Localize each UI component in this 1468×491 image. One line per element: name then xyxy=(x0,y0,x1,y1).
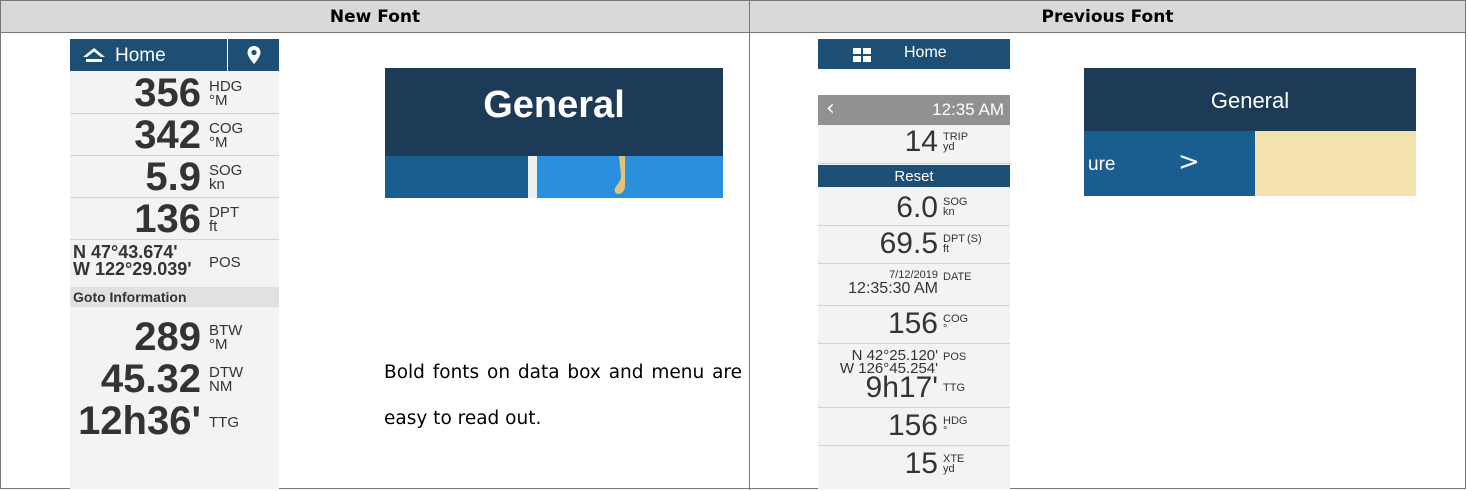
data-row-ttg: 12h36' TTG xyxy=(70,399,279,445)
hdg-old-unit: ° xyxy=(943,425,948,437)
data-row-trip: 14 TRIP yd xyxy=(818,125,1010,164)
sog-old-value: 6.0 xyxy=(896,191,938,224)
trip-value: 14 xyxy=(904,125,938,158)
data-row-xte: 15 XTE yd xyxy=(818,445,1010,485)
caption-text: Bold fonts on data box and menu are easy… xyxy=(384,362,742,429)
reset-button[interactable]: Reset xyxy=(818,165,1010,187)
data-row-dpt: 136 DPT ft xyxy=(70,197,279,241)
date-time-value: 12:35:30 AM xyxy=(848,280,938,297)
xte-value: 15 xyxy=(904,447,938,480)
date-label: DATE xyxy=(943,271,972,283)
ttg-label: TTG xyxy=(209,414,239,431)
header-previous-font: Previous Font xyxy=(750,1,1465,33)
dpt-value: 136 xyxy=(134,197,201,241)
column-divider xyxy=(749,1,750,490)
time-value: 12:35 AM xyxy=(932,100,1004,119)
general-title-old: General xyxy=(1210,88,1290,113)
sog-unit: kn xyxy=(209,176,225,193)
home-icon xyxy=(83,48,105,62)
data-row-pos: N 47°43.674' W 122°29.039' POS xyxy=(70,239,279,288)
sog-value: 5.9 xyxy=(145,155,201,199)
trip-unit: yd xyxy=(943,141,955,153)
cog-old-value: 156 xyxy=(887,307,938,340)
hdg-unit: °M xyxy=(209,92,228,109)
btw-unit: °M xyxy=(209,336,228,353)
time-bar: ‹ 12:35 AM xyxy=(818,95,1010,125)
pos-lon: W 122°29.039' xyxy=(73,259,192,279)
location-pin-icon xyxy=(247,46,261,64)
ttg-old-value: 9h17' xyxy=(865,371,938,404)
drop-icon xyxy=(614,156,625,194)
data-row-ttg-old: 9h17' TTG xyxy=(818,371,1010,408)
dpt-old-unit: ft xyxy=(943,243,950,255)
data-row-sog: 5.9 SOG kn xyxy=(70,155,279,199)
menu-tile-left xyxy=(385,156,528,198)
hdg-old-value: 156 xyxy=(887,409,938,442)
header-new-font: New Font xyxy=(1,1,750,33)
general-menu-new: General xyxy=(385,68,723,198)
data-row-cog: 342 COG °M xyxy=(70,113,279,157)
goto-title: Goto Information xyxy=(73,289,187,305)
general-title-new: General xyxy=(483,84,625,126)
goto-header: Goto Information xyxy=(70,287,279,307)
tile-gap xyxy=(528,156,537,198)
dtw-value: 45.32 xyxy=(100,357,201,401)
reset-label: Reset xyxy=(894,168,934,185)
data-row-btw: 289 BTW °M xyxy=(70,307,279,359)
dpt-old-value: 69.5 xyxy=(879,227,938,260)
pos-label: POS xyxy=(209,254,241,271)
hdg-value: 356 xyxy=(134,71,201,115)
map-strip xyxy=(818,69,1010,95)
menu-item-partial[interactable]: ure > xyxy=(1084,131,1255,196)
new-font-screen: Home 356 HDG °M 342 COG °M 5.9 SOG kn 13… xyxy=(70,39,279,489)
pos-old-label: POS xyxy=(943,351,967,363)
dpt-unit: ft xyxy=(209,218,218,235)
data-row-hdg-old: 156 HDG ° xyxy=(818,407,1010,446)
data-row-date: 7/12/2019 12:35:30 AM DATE xyxy=(818,263,1010,306)
cog-unit: °M xyxy=(209,134,228,151)
data-row-dpt-old: 69.5 DPT (S) ft xyxy=(818,225,1010,264)
old-top-bar: Home xyxy=(818,39,1010,69)
ttg-value: 12h36' xyxy=(78,399,201,443)
chevron-right-icon: > xyxy=(1178,147,1200,177)
cog-value: 342 xyxy=(134,113,201,157)
menu-tile-right xyxy=(537,156,723,198)
topbar-separator xyxy=(227,39,228,71)
new-top-bar: Home xyxy=(70,39,279,71)
menu-tile-tan xyxy=(1255,131,1416,196)
dpt-old-extra: (S) xyxy=(967,233,982,245)
dtw-unit: NM xyxy=(209,378,233,395)
general-menu-old: General ure > xyxy=(1084,68,1416,196)
ttg-old-label: TTG xyxy=(943,382,965,394)
sog-old-unit: kn xyxy=(943,206,955,218)
data-row-cog-old: 156 COG ° xyxy=(818,305,1010,344)
previous-font-screen: Home ‹ 12:35 AM 14 TRIP yd Reset 6.0 SOG… xyxy=(818,39,1010,489)
xte-unit: yd xyxy=(943,463,955,475)
data-row-dtw: 45.32 DTW NM xyxy=(70,357,279,401)
cog-old-unit: ° xyxy=(943,323,948,335)
old-home-label: Home xyxy=(904,44,947,61)
new-home-label: Home xyxy=(115,45,166,66)
menu-item-partial-label: ure xyxy=(1088,154,1116,175)
grid-icon xyxy=(853,48,871,62)
data-row-hdg: 356 HDG °M xyxy=(70,71,279,115)
back-chevron-icon[interactable]: ‹ xyxy=(826,96,835,121)
btw-value: 289 xyxy=(134,315,201,359)
data-row-sog-old: 6.0 SOG kn xyxy=(818,187,1010,226)
